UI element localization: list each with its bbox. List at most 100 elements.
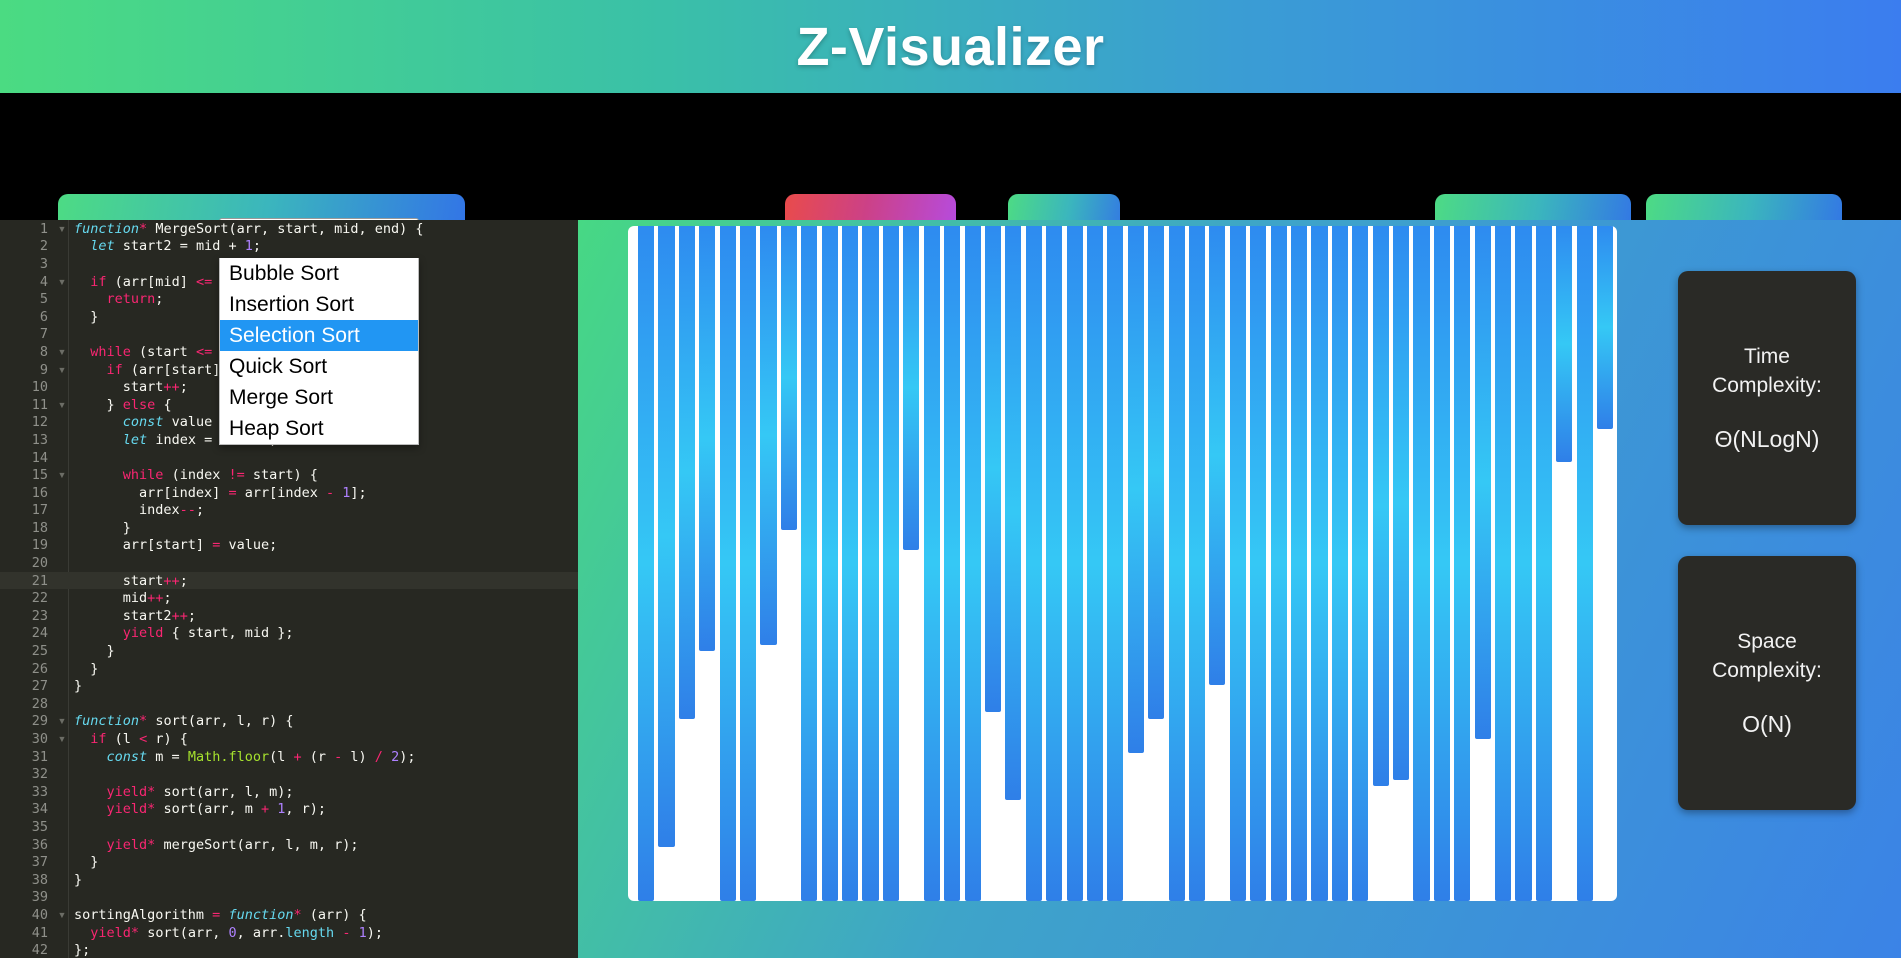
fold-arrow-icon[interactable]: ▼ (56, 400, 68, 410)
fold-arrow-icon[interactable]: ▼ (56, 365, 68, 375)
line-number: 19 (31, 537, 48, 554)
bar (1127, 226, 1144, 753)
line-number: 28 (31, 695, 48, 712)
code-line[interactable]: 25 } (0, 642, 578, 660)
code-line[interactable]: 28 (0, 695, 578, 713)
code-line[interactable]: 17 index--; (0, 502, 578, 520)
fold-arrow-icon[interactable]: ▼ (56, 224, 68, 234)
code-line[interactable]: 37 } (0, 853, 578, 871)
code-line[interactable]: 33 yield* sort(arr, l, m); (0, 783, 578, 801)
code-line-text: return; (106, 291, 164, 308)
code-line[interactable]: 21 start++; (0, 571, 578, 590)
line-number: 37 (31, 854, 48, 871)
fold-arrow-icon[interactable]: ▼ (56, 716, 68, 726)
fold-arrow-icon[interactable]: ▼ (56, 734, 68, 744)
code-line[interactable]: 16 arr[index] = arr[index - 1]; (0, 484, 578, 502)
line-number: 1 (39, 220, 48, 237)
bar-chart (638, 226, 1614, 901)
code-line[interactable]: 31 const m = Math.floor(l + (r - l) / 2)… (0, 748, 578, 766)
bar (984, 226, 1002, 712)
fold-arrow-icon[interactable]: ▼ (56, 347, 68, 357)
code-line[interactable]: 26 } (0, 660, 578, 678)
code-line-text: if (l < r) { (90, 731, 188, 748)
bar (1005, 226, 1022, 800)
line-number: 21 (31, 572, 48, 589)
bar (699, 226, 716, 652)
bar (780, 226, 797, 530)
bar (1597, 226, 1614, 429)
code-line[interactable]: 29 ▼ function* sort(arr, l, r) { (0, 713, 578, 731)
algorithm-dropdown[interactable]: Bubble Sort Insertion Sort Selection Sort Q… (219, 258, 420, 445)
bar (1046, 226, 1063, 901)
algorithm-option-bubble-sort[interactable]: Bubble Sort (220, 258, 418, 289)
code-line-text (68, 766, 82, 782)
code-line-text: } (90, 854, 99, 871)
code-line[interactable]: 19 arr[start] = value; (0, 537, 578, 555)
line-number: 27 (31, 678, 48, 695)
code-line-text: } (74, 678, 83, 695)
code-line-text: function* sort(arr, l, r) { (74, 713, 294, 730)
bar (944, 226, 961, 901)
code-line-text: mid++; (122, 590, 172, 607)
line-number: 17 (31, 502, 48, 519)
code-line-text: } (122, 519, 131, 536)
algorithm-option-heap-sort[interactable]: Heap Sort (220, 413, 418, 444)
code-line-text: sortingAlgorithm = function* (arr) { (74, 906, 367, 923)
code-line[interactable]: 2 let start2 = mid + 1; (0, 238, 578, 256)
bar (882, 226, 899, 901)
code-line[interactable]: 22 mid++; (0, 589, 578, 607)
line-number: 34 (31, 801, 48, 818)
code-line[interactable]: 38} (0, 871, 578, 889)
code-line[interactable]: 20 (0, 554, 578, 572)
code-line[interactable]: 39 (0, 889, 578, 907)
time-complexity-card: Time Complexity: Θ(NLogN) (1678, 271, 1856, 525)
line-number: 5 (39, 291, 48, 308)
line-number: 25 (31, 643, 48, 660)
code-line[interactable]: 15 ▼ while (index != start) { (0, 466, 578, 484)
bar (1250, 226, 1267, 901)
bar (740, 226, 757, 901)
code-line[interactable]: 34 yield* sort(arr, m + 1, r); (0, 801, 578, 819)
algorithm-option-quick-sort[interactable]: Quick Sort (220, 351, 418, 382)
code-line-text (68, 696, 82, 712)
bar (638, 226, 655, 901)
line-number: 32 (31, 766, 48, 783)
bar (1515, 226, 1532, 901)
algorithm-option-insertion-sort[interactable]: Insertion Sort (220, 289, 418, 320)
bar (1311, 226, 1328, 901)
code-line-text: yield* sort(arr, l, m); (106, 783, 294, 800)
line-number: 39 (31, 889, 48, 906)
code-line-text (68, 326, 82, 342)
code-line-text: } (90, 660, 99, 677)
line-number: 13 (31, 431, 48, 448)
code-line-text: let start2 = mid + 1; (90, 238, 261, 255)
code-line[interactable]: 14 (0, 449, 578, 467)
bar (1270, 226, 1287, 901)
fold-arrow-icon[interactable]: ▼ (56, 277, 68, 287)
code-line[interactable]: 24 yield { start, mid }; (0, 625, 578, 643)
code-line-text: }; (74, 942, 91, 958)
code-line[interactable]: 1 ▼ function* MergeSort(arr, start, mid, e… (0, 220, 578, 238)
algorithm-option-merge-sort[interactable]: Merge Sort (220, 382, 418, 413)
fold-arrow-icon[interactable]: ▼ (56, 910, 68, 920)
bar (964, 226, 981, 901)
code-line[interactable]: 40 ▼ sortingAlgorithm = function* (arr) { (0, 906, 578, 924)
code-line[interactable]: 18 } (0, 519, 578, 537)
code-line[interactable]: 41 yield* sort(arr, 0, arr.length - 1); (0, 924, 578, 942)
code-line[interactable]: 36 yield* mergeSort(arr, l, m, r); (0, 836, 578, 854)
line-number: 6 (39, 308, 48, 325)
bar (1025, 226, 1042, 901)
bar (903, 226, 920, 550)
code-line[interactable]: 30 ▼ if (l < r) { (0, 730, 578, 748)
code-line[interactable]: 42}; (0, 941, 578, 958)
algorithm-option-selection-sort[interactable]: Selection Sort (220, 320, 419, 351)
code-line[interactable]: 23 start2++; (0, 607, 578, 625)
code-line[interactable]: 35 (0, 818, 578, 836)
line-number: 11 (31, 396, 48, 413)
fold-arrow-icon[interactable]: ▼ (56, 470, 68, 480)
code-line[interactable]: 27} (0, 677, 578, 695)
line-number: 23 (31, 607, 48, 624)
code-line-text: } else { (106, 396, 172, 413)
code-line[interactable]: 32 (0, 765, 578, 783)
code-line-text: yield { start, mid }; (122, 625, 294, 642)
